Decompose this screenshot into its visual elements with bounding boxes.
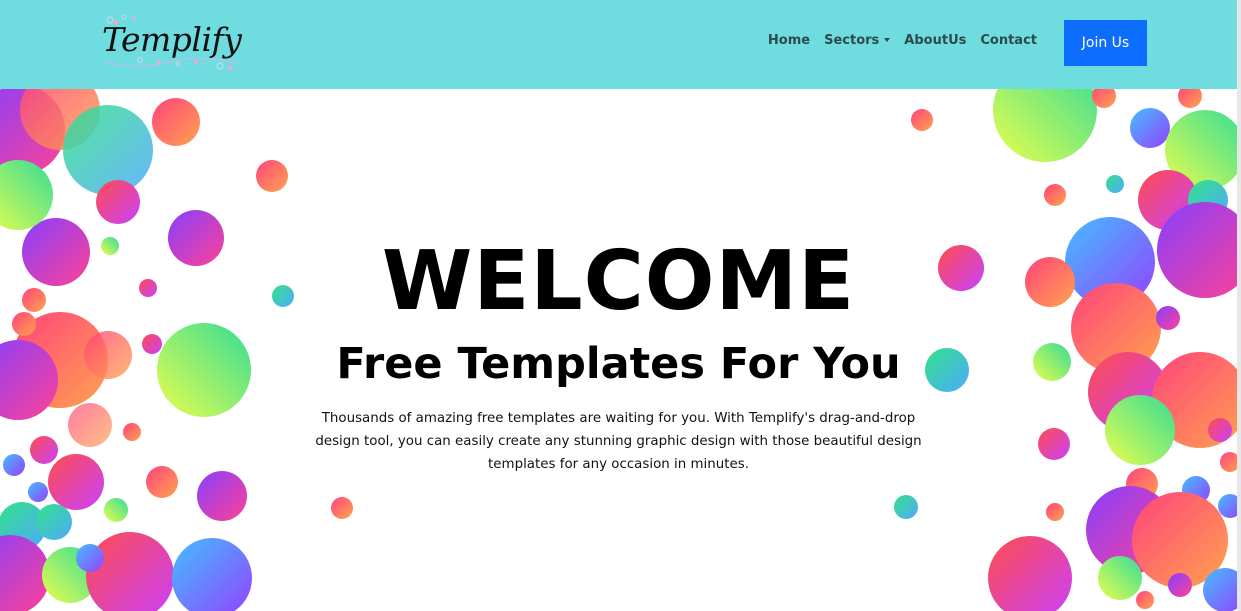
brand-logo[interactable]: Templify — [100, 12, 242, 72]
nav-item-sectors-label: Sectors — [824, 33, 880, 48]
dropdown-caret-icon — [884, 37, 891, 42]
navbar: Templify Home Sectors AboutUs Contact Jo… — [0, 0, 1237, 89]
nav-item-home[interactable]: Home — [761, 33, 817, 48]
page: Templify Home Sectors AboutUs Contact Jo… — [0, 0, 1241, 611]
nav-item-sectors[interactable]: Sectors — [817, 33, 897, 48]
nav-item-contact[interactable]: Contact — [973, 33, 1044, 48]
hero-section: WELCOME Free Templates For You Thousands… — [0, 89, 1237, 611]
vertical-scrollbar[interactable] — [1237, 0, 1241, 611]
join-us-button[interactable]: Join Us — [1064, 20, 1147, 66]
hero-title: WELCOME — [381, 234, 856, 329]
logo-text: Templify — [102, 20, 242, 59]
hero-subtitle: Free Templates For You — [336, 339, 901, 389]
nav-menu: Home Sectors AboutUs Contact — [761, 33, 1044, 48]
nav-item-aboutus[interactable]: AboutUs — [897, 33, 973, 48]
hero-description: Thousands of amazing free templates are … — [315, 411, 922, 472]
